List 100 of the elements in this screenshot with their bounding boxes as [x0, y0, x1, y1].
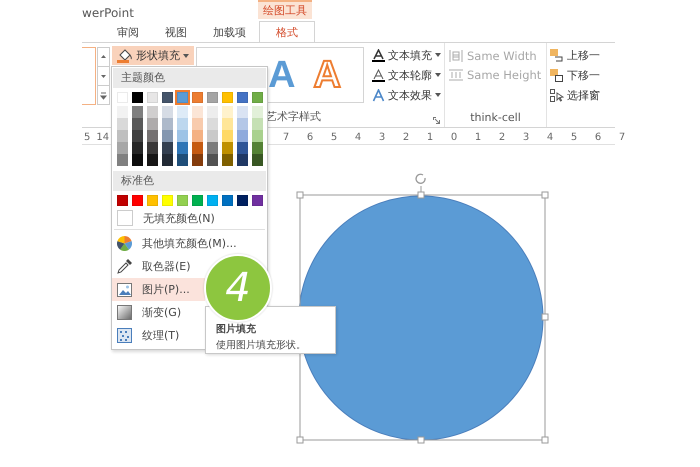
color-swatch[interactable]	[192, 130, 203, 142]
color-swatch[interactable]	[207, 142, 218, 154]
color-swatch[interactable]	[162, 92, 173, 103]
color-swatch[interactable]	[192, 118, 203, 130]
color-swatch[interactable]	[117, 142, 128, 154]
color-swatch[interactable]	[192, 154, 203, 166]
color-swatch[interactable]	[147, 154, 158, 166]
color-swatch[interactable]	[207, 195, 218, 206]
color-swatch[interactable]	[147, 130, 158, 142]
color-swatch[interactable]	[117, 118, 128, 130]
shape-fill-button[interactable]: 形状填充	[112, 46, 194, 65]
color-swatch[interactable]	[207, 106, 218, 118]
tooltip-title: 图片填充	[216, 324, 257, 336]
color-swatch[interactable]	[207, 92, 218, 103]
color-swatch[interactable]	[147, 195, 158, 206]
arrange-button[interactable]: 选择窗	[550, 87, 615, 103]
color-swatch[interactable]	[177, 142, 188, 154]
color-swatch[interactable]	[207, 130, 218, 142]
color-swatch[interactable]	[162, 195, 173, 206]
color-swatch[interactable]	[132, 195, 143, 206]
menu-item[interactable]: 取色器(E)	[112, 255, 205, 278]
arrange-button[interactable]: 上移一	[550, 47, 615, 63]
color-swatch[interactable]	[192, 195, 203, 206]
ribbon-tab[interactable]: 加载项	[200, 21, 259, 42]
ribbon-tab[interactable]: 格式	[259, 21, 315, 42]
ribbon-tab[interactable]: 视图	[152, 21, 200, 42]
gradient-icon	[117, 305, 132, 320]
dialog-launcher-icon[interactable]	[433, 117, 440, 124]
menu-item[interactable]: 其他填充颜色(M)...	[112, 232, 243, 255]
color-swatch[interactable]	[177, 154, 188, 166]
menu-item[interactable]: 图片(P)...	[112, 278, 205, 301]
color-swatch[interactable]	[147, 142, 158, 154]
text-format-button[interactable]: 文本效果	[372, 87, 441, 103]
menu-item[interactable]: 纹理(T)	[112, 324, 205, 347]
color-swatch[interactable]	[147, 118, 158, 130]
color-swatch[interactable]	[222, 92, 233, 103]
color-swatch[interactable]	[207, 118, 218, 130]
ruler-number: 6	[306, 132, 314, 142]
color-swatch[interactable]	[237, 142, 248, 154]
ruler-number: 4	[546, 132, 554, 142]
scroll-down-icon[interactable]	[97, 66, 110, 86]
color-swatch[interactable]	[222, 106, 233, 118]
color-swatch[interactable]	[117, 154, 128, 166]
color-swatch[interactable]	[162, 142, 173, 154]
color-swatch[interactable]	[237, 118, 248, 130]
color-swatch[interactable]	[177, 118, 188, 130]
color-swatch[interactable]	[252, 142, 263, 154]
color-swatch[interactable]	[207, 154, 218, 166]
color-swatch[interactable]	[147, 106, 158, 118]
color-swatch[interactable]	[192, 106, 203, 118]
color-swatch[interactable]	[222, 142, 233, 154]
color-swatch[interactable]	[252, 130, 263, 142]
tooltip-text: 使用图片填充形状。	[216, 340, 307, 352]
color-swatch[interactable]	[117, 106, 128, 118]
color-swatch[interactable]	[177, 92, 188, 103]
color-swatch[interactable]	[222, 154, 233, 166]
color-swatch[interactable]	[132, 118, 143, 130]
arrange-button[interactable]: 下移一	[550, 67, 615, 83]
color-swatch[interactable]	[237, 130, 248, 142]
color-swatch[interactable]	[162, 130, 173, 142]
more-icon[interactable]	[97, 85, 110, 105]
color-swatch[interactable]	[192, 142, 203, 154]
text-format-button[interactable]: 文本填充	[372, 47, 441, 63]
color-swatch[interactable]	[237, 195, 248, 206]
color-swatch[interactable]	[132, 92, 143, 103]
color-swatch[interactable]	[252, 195, 263, 206]
color-swatch[interactable]	[162, 154, 173, 166]
ribbon-tab[interactable]: 审阅	[104, 21, 152, 42]
color-swatch[interactable]	[132, 154, 143, 166]
scroll-up-icon[interactable]	[97, 47, 110, 67]
color-swatch[interactable]	[117, 195, 128, 206]
color-swatch[interactable]	[222, 118, 233, 130]
color-swatch[interactable]	[132, 130, 143, 142]
color-swatch[interactable]	[162, 118, 173, 130]
color-swatch[interactable]	[177, 106, 188, 118]
color-swatch[interactable]	[177, 130, 188, 142]
text-format-button[interactable]: 文本轮廓	[372, 67, 441, 83]
menu-section-header: 主题颜色	[113, 68, 266, 88]
color-swatch[interactable]	[252, 154, 263, 166]
ruler-number: 7	[282, 132, 290, 142]
color-swatch[interactable]	[237, 154, 248, 166]
color-swatch[interactable]	[117, 130, 128, 142]
menu-item[interactable]: 无填充颜色(N)	[112, 209, 221, 227]
rotate-handle-icon[interactable]	[415, 174, 426, 192]
color-swatch[interactable]	[162, 106, 173, 118]
color-swatch[interactable]	[132, 106, 143, 118]
texture-icon	[117, 328, 132, 343]
color-swatch[interactable]	[252, 118, 263, 130]
color-swatch[interactable]	[222, 130, 233, 142]
menu-item[interactable]: 渐变(G)	[112, 301, 205, 324]
color-swatch[interactable]	[177, 195, 188, 206]
color-swatch[interactable]	[132, 142, 143, 154]
color-swatch[interactable]	[237, 92, 248, 103]
color-swatch[interactable]	[192, 92, 203, 103]
color-swatch[interactable]	[222, 195, 233, 206]
color-swatch[interactable]	[252, 106, 263, 118]
color-swatch[interactable]	[147, 92, 158, 103]
eyedropper-icon	[117, 259, 132, 274]
color-swatch[interactable]	[237, 106, 248, 118]
color-swatch[interactable]	[252, 92, 263, 103]
